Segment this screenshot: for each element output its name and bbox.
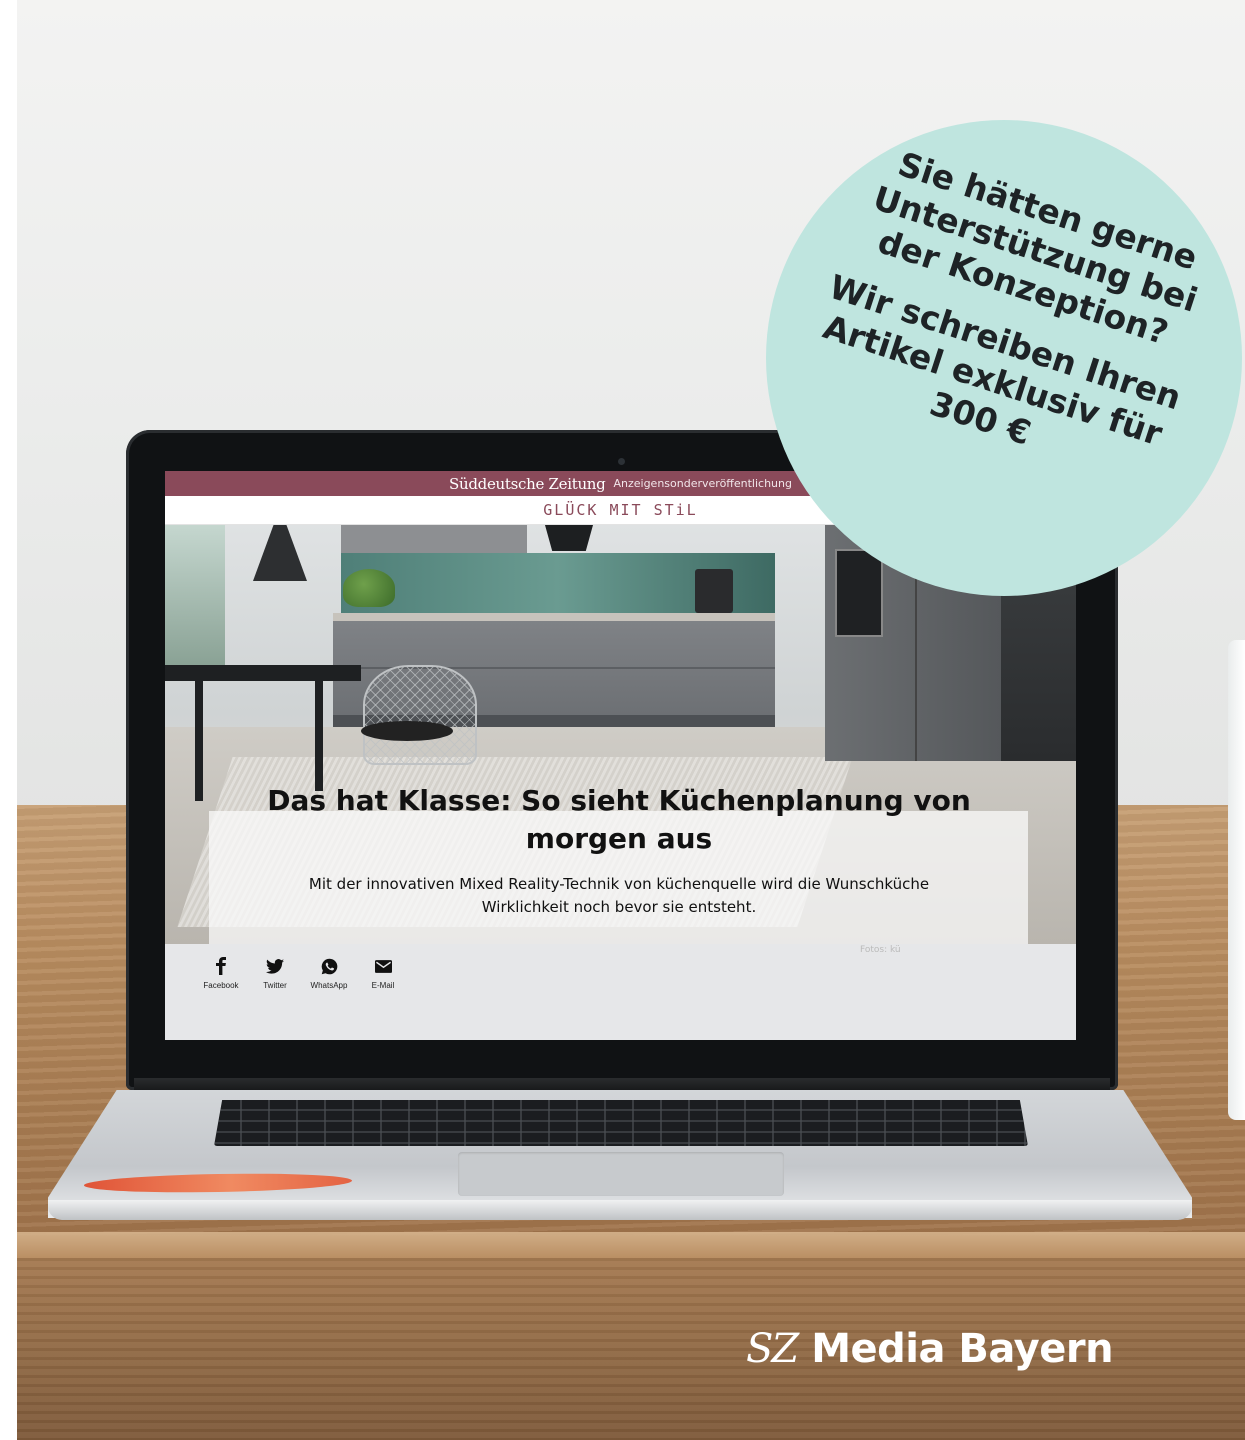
upper-cabinet bbox=[341, 525, 527, 555]
pendant-lamp bbox=[253, 525, 307, 581]
trackpad bbox=[458, 1152, 784, 1196]
share-twitter[interactable]: Twitter bbox=[255, 955, 295, 990]
share-facebook[interactable]: Facebook bbox=[201, 955, 241, 990]
brand-prefix: SZ bbox=[746, 1326, 799, 1372]
wire-chair bbox=[363, 665, 477, 765]
plant bbox=[343, 569, 395, 607]
coffee-machine bbox=[695, 569, 733, 613]
laptop-front-edge bbox=[48, 1200, 1192, 1220]
masthead-tag: Anzeigensonderveröffentlichung bbox=[613, 477, 792, 490]
twitter-icon bbox=[264, 955, 286, 977]
email-icon bbox=[372, 955, 394, 977]
share-email[interactable]: E-Mail bbox=[363, 955, 403, 990]
photo-credit: Fotos: kü bbox=[860, 945, 901, 955]
facebook-icon bbox=[210, 955, 232, 977]
keyboard-rows bbox=[214, 1100, 1028, 1146]
masthead-logo[interactable]: Süddeutsche Zeitung bbox=[449, 475, 606, 493]
table-leg bbox=[315, 681, 323, 791]
share-label: E-Mail bbox=[371, 981, 395, 990]
oven bbox=[835, 549, 883, 637]
desk-edge bbox=[17, 1232, 1245, 1258]
table-leg bbox=[195, 681, 203, 801]
countertop bbox=[333, 613, 775, 621]
article-headline[interactable]: Das hat Klasse: So sieht Küchenplanung v… bbox=[257, 782, 981, 858]
share-label: Twitter bbox=[263, 981, 287, 990]
dining-table bbox=[165, 665, 361, 681]
share-whatsapp[interactable]: WhatsApp bbox=[309, 955, 349, 990]
brand-logo: SZ Media Bayern bbox=[746, 1326, 1114, 1372]
extractor-hood bbox=[545, 525, 593, 551]
share-label: Facebook bbox=[203, 981, 239, 990]
share-bar: Facebook Twitter WhatsApp E-Mail bbox=[201, 955, 403, 990]
promo-scene: Süddeutsche Zeitung Anzeigensonderveröff… bbox=[0, 0, 1245, 1440]
section-title[interactable]: GLÜCK MIT STiL bbox=[543, 501, 697, 519]
article-teaser: Mit der innovativen Mixed Reality-Techni… bbox=[308, 875, 930, 916]
webcam-icon bbox=[618, 458, 625, 465]
share-label: WhatsApp bbox=[310, 981, 348, 990]
chair-seat bbox=[361, 721, 453, 741]
whatsapp-icon bbox=[318, 955, 340, 977]
brand-name: Media Bayern bbox=[811, 1326, 1114, 1372]
window bbox=[165, 525, 225, 665]
glass-jar bbox=[1228, 640, 1245, 1120]
